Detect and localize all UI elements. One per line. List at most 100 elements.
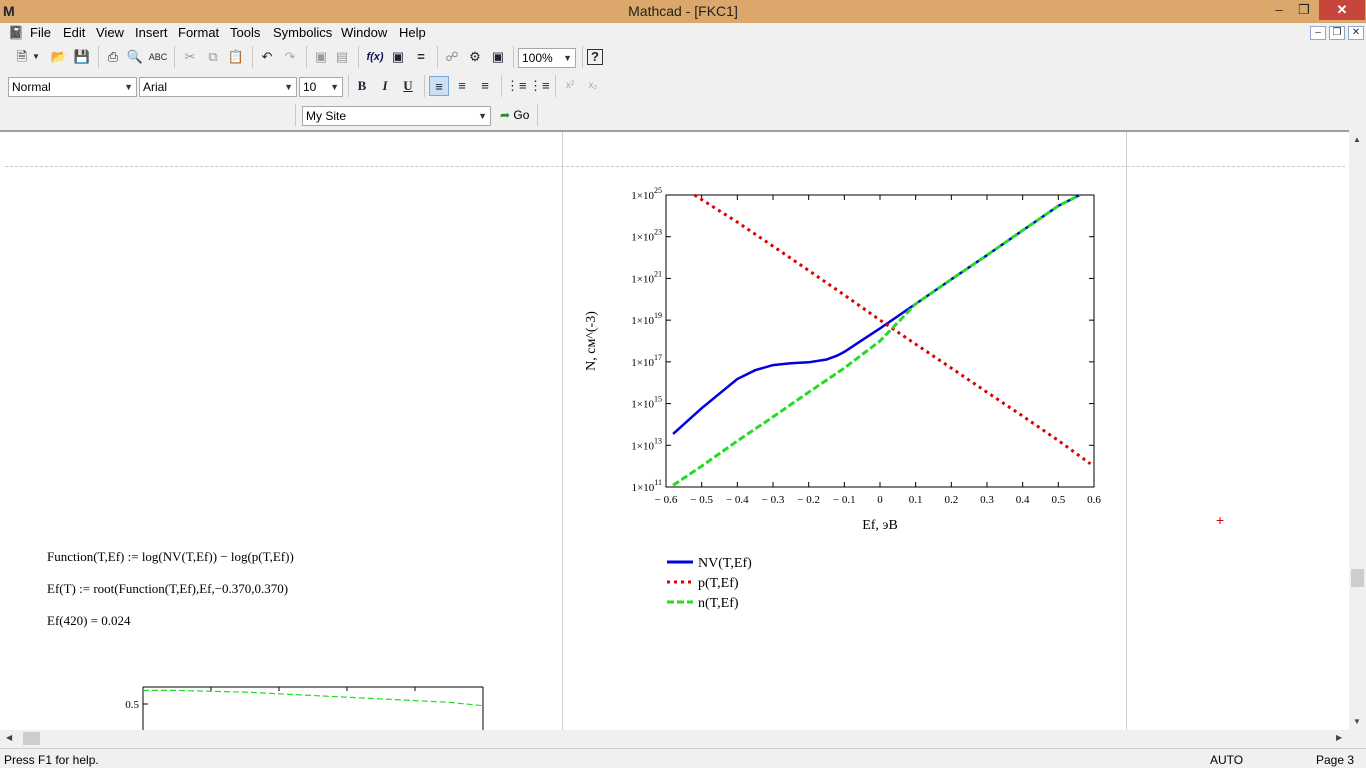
y-tick-label: 1×1017 — [631, 353, 662, 369]
align-right-icon[interactable]: ≡ — [475, 76, 495, 96]
menu-tools[interactable]: Tools — [230, 25, 260, 40]
align-down-icon[interactable]: ▤ — [332, 47, 352, 67]
scroll-thumb[interactable] — [23, 732, 40, 745]
x-tick-label: 0.3 — [980, 494, 994, 506]
spellcheck-icon[interactable]: ABC — [148, 47, 168, 67]
style-select[interactable]: Normal ▼ — [8, 77, 137, 97]
paste-icon[interactable]: 📋 — [226, 47, 246, 67]
series-line-1 — [693, 193, 1092, 466]
y-tick-label: 1×1025 — [631, 186, 662, 202]
vertical-scrollbar[interactable]: ▲ ▼ — [1349, 131, 1366, 730]
copy-icon[interactable]: ⧉ — [203, 47, 223, 67]
undo-icon[interactable]: ↶ — [257, 47, 277, 67]
evaluation-result[interactable]: Ef(420) = 0.024 — [47, 613, 131, 629]
scroll-down-icon[interactable]: ▼ — [1353, 717, 1361, 726]
x-tick-label: − 0.6 — [655, 494, 678, 506]
worksheet[interactable]: Function(T,Ef) := log(NV(T,Ef)) − log(p(… — [0, 130, 1349, 730]
redo-icon[interactable]: ↷ — [280, 47, 300, 67]
save-icon[interactable]: 💾 — [72, 47, 92, 67]
scroll-left-icon[interactable]: ◀ — [6, 733, 12, 742]
scroll-up-icon[interactable]: ▲ — [1353, 135, 1361, 144]
new-icon[interactable]: 🗎 — [12, 47, 32, 67]
resources-toolbar: My Site ▼ ➦ Go — [0, 101, 1366, 130]
insert-function-icon[interactable]: f(x) — [365, 47, 385, 67]
standard-toolbar: 🗎 ▼ 📂 💾 ⎙ 🔍 ABC ✂ ⧉ 📋 ↶ ↷ ▣ ▤ f(x) ▣ = ☍… — [0, 43, 1366, 72]
doc-close-icon[interactable]: ✕ — [1348, 26, 1364, 40]
bottom-plot[interactable]: 0.5 — [110, 682, 500, 730]
page-break-line — [5, 166, 1345, 167]
legend-label-1: p(T,Ef) — [698, 576, 739, 591]
series-line-0 — [143, 689, 484, 707]
align-across-icon[interactable]: ▣ — [311, 47, 331, 67]
menu-format[interactable]: Format — [178, 25, 219, 40]
font-size-value: 10 — [303, 80, 317, 94]
print-icon[interactable]: ⎙ — [103, 47, 123, 67]
x-tick-label: 0.5 — [1051, 494, 1065, 506]
numbered-list-icon[interactable]: ⋮≡ — [529, 76, 550, 96]
print-preview-icon[interactable]: 🔍 — [125, 47, 145, 67]
go-arrow-icon: ➦ — [500, 108, 511, 122]
go-button[interactable]: ➦ Go — [500, 108, 529, 122]
resource-center-icon[interactable]: ▣ — [488, 47, 508, 67]
y-tick-label: 0.5 — [125, 699, 139, 711]
y-tick-label: 1×1011 — [632, 478, 662, 494]
close-button[interactable]: ✕ — [1319, 0, 1365, 20]
underline-button[interactable]: U — [398, 76, 418, 96]
open-icon[interactable]: 📂 — [49, 47, 69, 67]
series-line-0 — [672, 193, 1081, 435]
cursor-crosshair: + — [1216, 512, 1225, 528]
bold-button[interactable]: B — [352, 76, 372, 96]
column-guide — [562, 132, 563, 730]
superscript-icon[interactable]: x² — [560, 76, 580, 96]
italic-button[interactable]: I — [375, 76, 395, 96]
status-mode: AUTO — [1210, 753, 1244, 767]
chevron-down-icon: ▼ — [124, 82, 133, 92]
window-title: Mathcad - [FKC1] — [628, 3, 738, 19]
legend-label-2: n(T,Ef) — [698, 596, 739, 611]
doc-minimize-icon[interactable]: – — [1310, 26, 1326, 40]
menu-help[interactable]: Help — [399, 25, 426, 40]
site-select[interactable]: My Site ▼ — [302, 106, 491, 126]
font-size-select[interactable]: 10 ▼ — [299, 77, 343, 97]
new-dropdown-icon[interactable]: ▼ — [30, 47, 42, 67]
insert-hyperlink-icon[interactable]: ☍ — [442, 47, 462, 67]
menu-symbolics[interactable]: Symbolics — [273, 25, 332, 40]
menu-window[interactable]: Window — [341, 25, 387, 40]
help-icon[interactable]: ? — [587, 49, 603, 65]
restore-button[interactable]: ❐ — [1290, 0, 1318, 20]
y-tick-label: 1×1015 — [631, 395, 662, 411]
menu-edit[interactable]: Edit — [63, 25, 85, 40]
font-value: Arial — [143, 80, 168, 94]
align-left-icon[interactable]: ≡ — [429, 76, 449, 96]
component-wizard-icon[interactable]: ⚙ — [465, 47, 485, 67]
menu-view[interactable]: View — [96, 25, 124, 40]
zoom-select[interactable]: 100% ▼ — [518, 48, 576, 68]
menu-bar: 📓 File Edit View Insert Format Tools Sym… — [0, 23, 1366, 43]
menu-file[interactable]: File — [30, 25, 51, 40]
function-definition[interactable]: Function(T,Ef) := log(NV(T,Ef)) − log(p(… — [47, 549, 294, 565]
align-center-icon[interactable]: ≡ — [452, 76, 472, 96]
formatting-toolbar: Normal ▼ Arial ▼ 10 ▼ B I U ≡ ≡ ≡ ⋮≡ ⋮≡ … — [0, 72, 1366, 101]
horizontal-scrollbar[interactable]: ◀ ▶ — [0, 730, 1366, 747]
scroll-right-icon[interactable]: ▶ — [1336, 733, 1342, 742]
y-axis-label: N, см^(-3) — [584, 311, 599, 371]
x-tick-label: − 0.2 — [797, 494, 820, 506]
bullet-list-icon[interactable]: ⋮≡ — [506, 76, 527, 96]
menu-insert[interactable]: Insert — [135, 25, 168, 40]
font-select[interactable]: Arial ▼ — [139, 77, 297, 97]
log-plot[interactable]: − 0.6 − 0.5 − 0.4 − 0.3 − 0.2 − 0.1 0 0.1 0.2 0.3… — [570, 172, 1130, 612]
chevron-down-icon: ▼ — [478, 111, 487, 121]
y-tick-label: 1×1023 — [631, 228, 662, 244]
x-axis-label: Ef, эВ — [862, 518, 898, 533]
site-value: My Site — [306, 109, 347, 123]
calculate-icon[interactable]: = — [411, 47, 431, 67]
subscript-icon[interactable]: x₂ — [583, 76, 603, 96]
x-tick-label: 0.4 — [1016, 494, 1030, 506]
legend-label-0: NV(T,Ef) — [698, 556, 752, 571]
insert-unit-icon[interactable]: ▣ — [388, 47, 408, 67]
scroll-thumb[interactable] — [1351, 569, 1364, 587]
root-definition[interactable]: Ef(T) := root(Function(T,Ef),Ef,−0.370,0… — [47, 581, 288, 597]
doc-restore-icon[interactable]: ❐ — [1329, 26, 1345, 40]
document-icon[interactable]: 📓 — [8, 25, 24, 41]
cut-icon[interactable]: ✂ — [180, 47, 200, 67]
